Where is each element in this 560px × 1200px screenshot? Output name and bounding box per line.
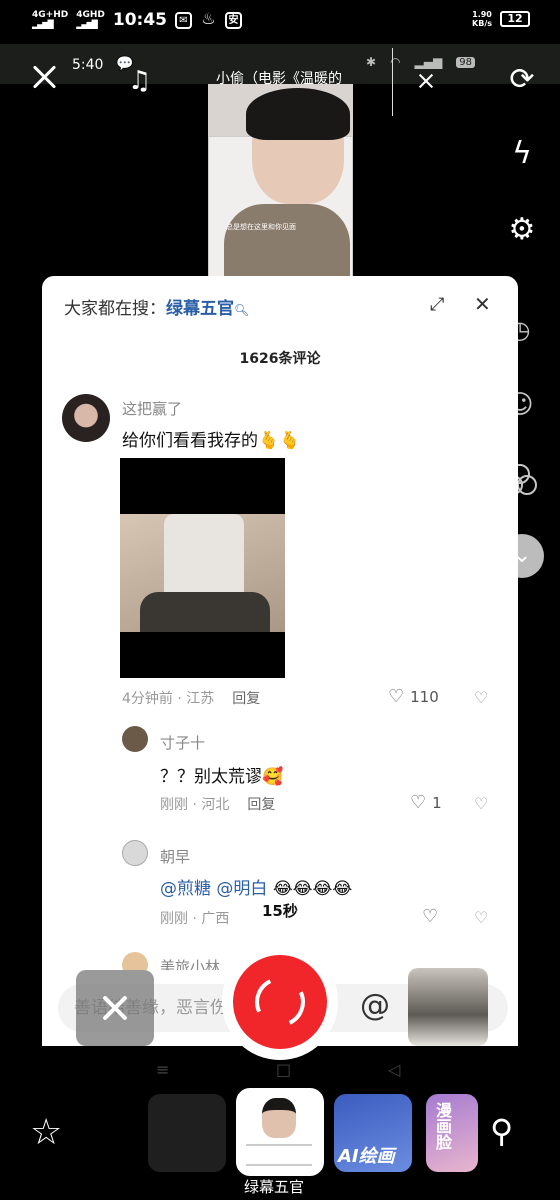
person-hoodie xyxy=(224,204,350,284)
template-label: AI绘画 xyxy=(338,1146,395,1167)
inner-status-icons: ✱ ◠ ▂▄▆ 98 xyxy=(366,55,475,69)
heart-icon: ♡ xyxy=(410,792,427,813)
video-preview: 总是想在这里和你见面 xyxy=(208,84,353,284)
template-manga-face[interactable]: 漫画脸 xyxy=(426,1094,478,1172)
comment-time-location: 刚刚 · 河北 xyxy=(160,797,230,813)
network-indicator-2: 4GHD ▂▄▆█ xyxy=(76,10,105,30)
template-ai-painting[interactable]: AI绘画 xyxy=(334,1094,412,1172)
flash-off-icon[interactable]: ϟ xyxy=(502,134,542,174)
comment-text: @煎糖 @明白 😂😂😂😂 xyxy=(160,874,352,899)
dislike-icon[interactable]: ♡ xyxy=(474,908,488,927)
comment-username[interactable]: 这把赢了 xyxy=(122,398,182,419)
camera-flip-icon[interactable]: ⟳ xyxy=(502,60,542,100)
mention-link[interactable]: @煎糖 xyxy=(160,879,211,899)
gear-icon[interactable]: ⚙ xyxy=(502,210,542,250)
gallery-thumbnail[interactable] xyxy=(408,968,488,1046)
video-caption: 总是想在这里和你见面 xyxy=(226,223,296,231)
star-icon[interactable]: ☆ xyxy=(30,1112,62,1153)
close-icon[interactable]: ✕ xyxy=(474,292,491,316)
comment-image-content xyxy=(120,514,285,632)
comment-meta: 刚刚 · 广西 xyxy=(160,911,230,927)
avatar[interactable] xyxy=(122,726,148,752)
nav-menu-icon: ≡ xyxy=(156,1060,170,1079)
search-icon: 🔍︎ xyxy=(234,303,250,317)
inner-signal-icon: ▂▄▆ xyxy=(414,55,443,69)
comment-username[interactable]: 寸子十 xyxy=(160,732,205,753)
music-note-icon[interactable]: ♫ xyxy=(128,66,151,96)
battery-indicator: 12 xyxy=(500,11,530,27)
recording-seconds: 15秒 xyxy=(262,902,298,920)
like-count: 1 xyxy=(432,793,442,812)
heart-icon[interactable]: ♡ xyxy=(422,906,438,927)
comment-count: 1626条评论 xyxy=(239,351,321,367)
comment-text: 给你们看看我存的🫰🫰 xyxy=(122,431,301,451)
template-thumb-face xyxy=(262,1098,296,1138)
inner-battery: 98 xyxy=(456,56,475,68)
mention-icon[interactable]: @ xyxy=(360,988,390,1023)
like-button[interactable]: ♡ 110 xyxy=(388,686,439,707)
image-shirt xyxy=(164,514,244,604)
template-caption: 绿幕五官 xyxy=(244,1178,305,1196)
search-icon[interactable]: ⚲ xyxy=(490,1112,513,1150)
trending-search-label: 大家都在搜： xyxy=(64,299,166,319)
reply-button[interactable]: 回复 xyxy=(232,691,260,707)
mention-link[interactable]: @明白 xyxy=(216,879,267,899)
template-thumb-lines xyxy=(246,1144,312,1166)
expand-icon[interactable]: ⤢ xyxy=(430,294,444,315)
image-pants xyxy=(140,592,270,632)
status-bar: 4G+HD ▂▄▆█ 4GHD ▂▄▆█ 10:45 ✉ ♨ 安 1.90 KB/s… xyxy=(0,0,560,42)
app-notification-icon: ✉ xyxy=(174,11,192,29)
network-speed: 1.90 KB/s xyxy=(472,10,492,28)
avatar[interactable] xyxy=(62,394,110,442)
clock: 10:45 xyxy=(112,10,167,30)
inner-status-time: 5:40 xyxy=(72,57,104,73)
dislike-icon[interactable]: ♡ xyxy=(474,794,488,813)
close-preview-icon[interactable] xyxy=(417,72,435,90)
comment-emoji: 😂😂😂😂 xyxy=(272,879,353,899)
inner-bluetooth-icon: ✱ xyxy=(366,55,377,69)
template-empty[interactable] xyxy=(148,1094,226,1172)
template-label: 漫画脸 xyxy=(433,1102,452,1150)
network-indicator-1: 4G+HD ▂▄▆█ xyxy=(32,10,69,30)
nav-home-icon: □ xyxy=(276,1060,292,1079)
heart-icon: ♡ xyxy=(388,686,405,707)
comment-meta: 刚刚 · 河北 回复 xyxy=(160,794,275,814)
reply-button[interactable]: 回复 xyxy=(247,797,275,813)
template-selected[interactable] xyxy=(236,1088,324,1176)
discard-recording-button[interactable] xyxy=(76,970,154,1046)
divider xyxy=(392,48,393,116)
comment-time-location: 4分钟前 · 江苏 xyxy=(122,691,215,707)
secure-app-icon: 安 xyxy=(224,11,242,29)
comment-sheet: 大家都在搜：绿幕五官🔍︎ ⤢ ✕ 1626条评论 这把赢了 给你们看看我存的🫰🫰… xyxy=(42,276,518,1046)
like-button[interactable]: ♡ 1 xyxy=(410,792,442,813)
comment-image[interactable] xyxy=(120,458,285,678)
like-count: 110 xyxy=(410,687,439,706)
comment-username[interactable]: 朝早 xyxy=(160,846,190,867)
trending-search[interactable]: 大家都在搜：绿幕五官🔍︎ xyxy=(64,294,249,319)
comment-meta: 4分钟前 · 江苏 回复 xyxy=(122,688,260,708)
dislike-icon[interactable]: ♡ xyxy=(474,688,488,707)
avatar[interactable] xyxy=(122,840,148,866)
comment-text: ？？别太荒谬🥰 xyxy=(160,767,284,787)
flame-icon: ♨ xyxy=(201,8,216,28)
nav-back-icon: ◁ xyxy=(388,1060,401,1079)
person-hair xyxy=(246,88,350,140)
close-icon[interactable] xyxy=(30,62,60,92)
trending-search-term[interactable]: 绿幕五官 xyxy=(166,299,234,319)
